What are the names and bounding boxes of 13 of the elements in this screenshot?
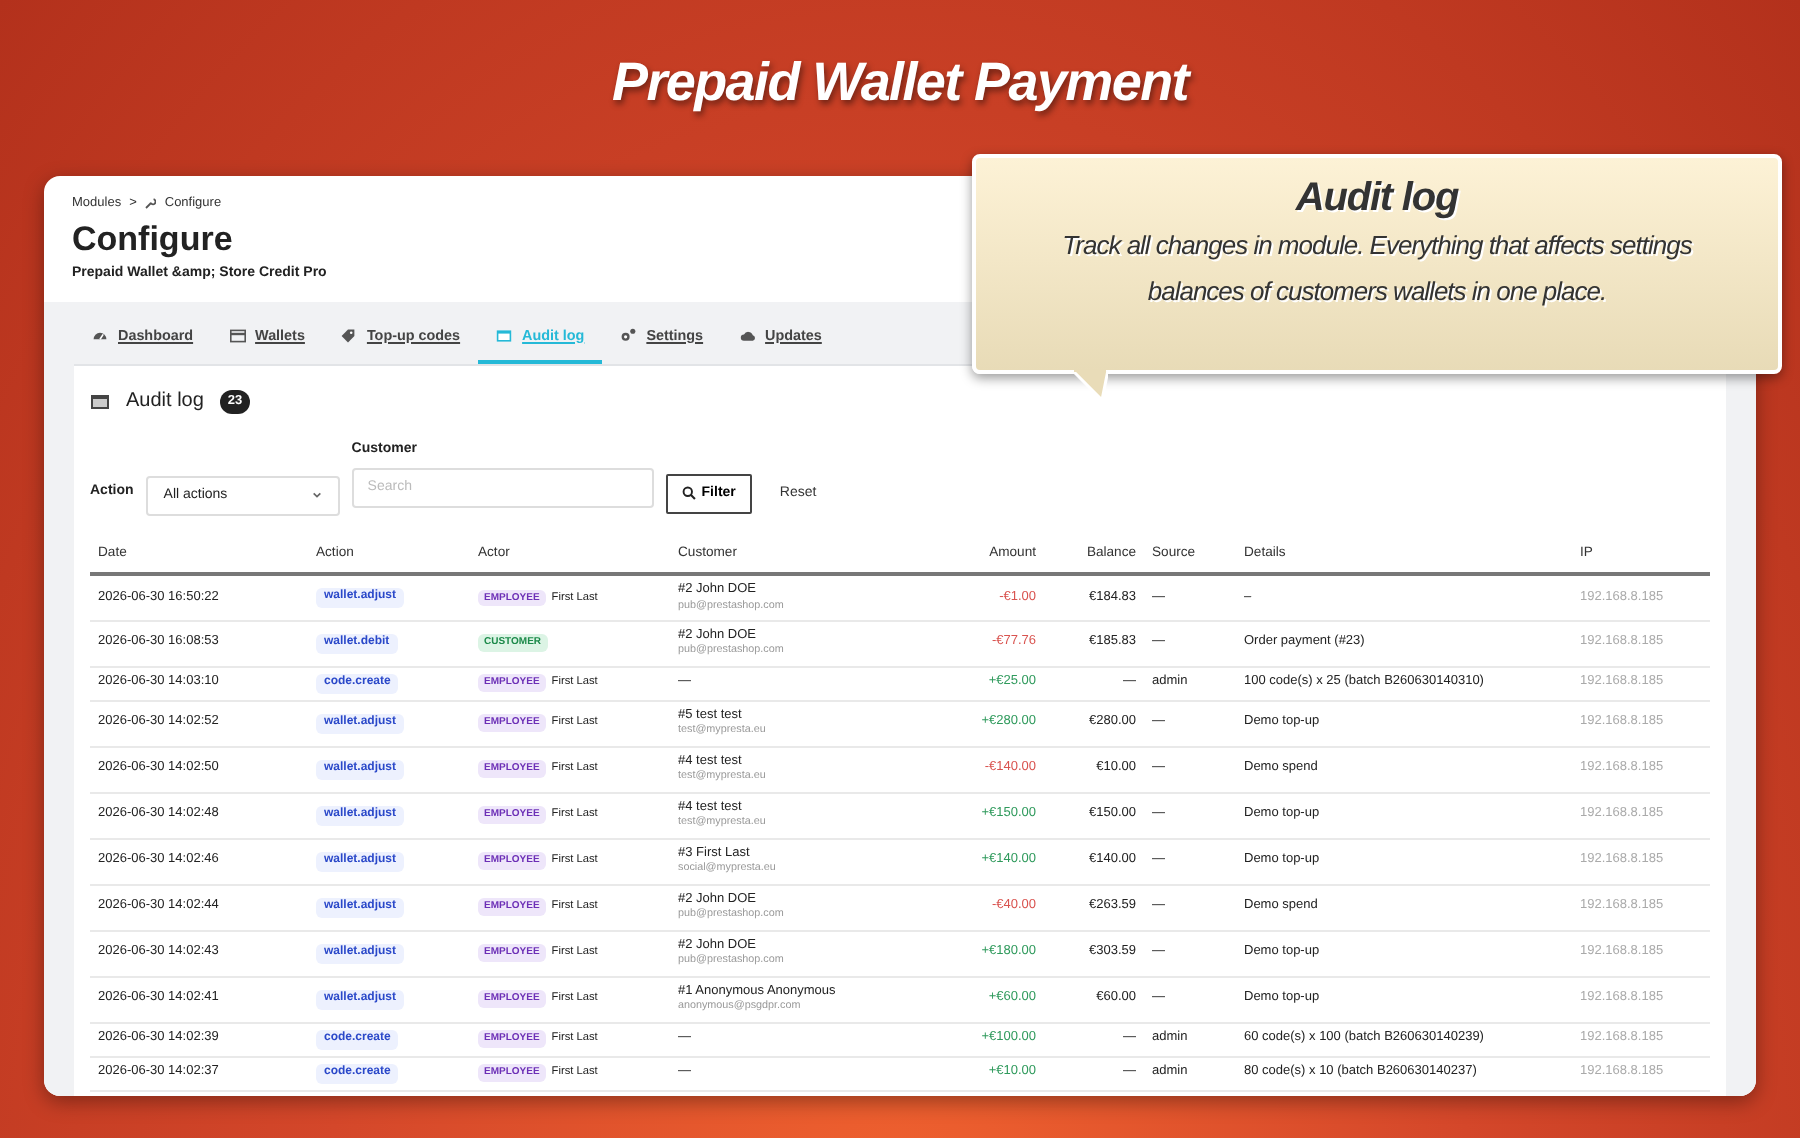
tag-icon [340, 328, 357, 345]
search-icon [681, 486, 696, 501]
table-icon [496, 328, 513, 345]
table-icon [90, 393, 110, 410]
card-icon [229, 328, 246, 345]
callout-title: Audit log [1293, 174, 1461, 222]
banner-title: Prepaid Wallet Payment [611, 49, 1188, 116]
gauge-icon [92, 328, 108, 345]
card-title: Audit log [126, 388, 204, 417]
cloud-icon [739, 328, 756, 345]
callout-text: Track all changes in module. Everything that affects settings balances of customers wallets in one place. [1060, 228, 1694, 311]
page-title: Configure [72, 219, 233, 261]
chevron-icon [311, 490, 322, 501]
